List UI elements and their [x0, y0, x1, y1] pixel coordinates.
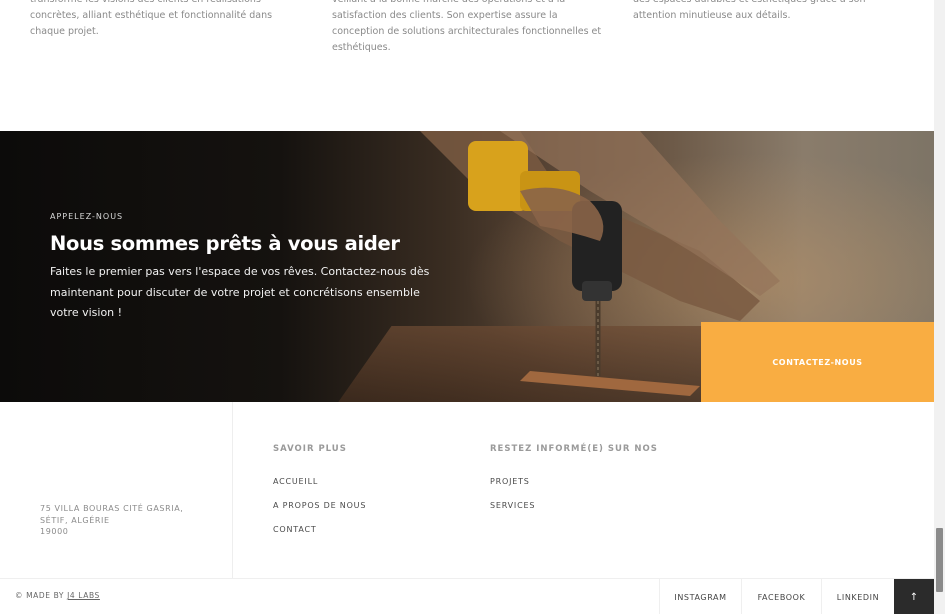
footer-heading-restez-informe: RESTEZ INFORMÉ(E) SUR NOS: [490, 444, 658, 454]
cta-title: Nous sommes prêts à vous aider: [50, 232, 400, 255]
service-description-2: veillant à la bonne marche des opération…: [332, 0, 602, 53]
footer-link-a-propos[interactable]: A PROPOS DE NOUS: [273, 501, 366, 510]
cta-description: Faites le premier pas vers l'espace de v…: [50, 265, 430, 319]
call-to-action-banner: APPELEZ-NOUS Nous sommes prêts à vous ai…: [0, 131, 934, 402]
cta-eyebrow: APPELEZ-NOUS: [50, 212, 124, 221]
made-by-credit: © MADE BY J4 LABS: [15, 591, 100, 600]
scrollbar-thumb[interactable]: [936, 528, 943, 592]
site-footer: 75 VILLA BOURAS CITÉ GASRIA, SÉTIF, ALGÉ…: [0, 402, 934, 578]
address-line-2: SÉTIF, ALGÉRIE: [40, 515, 110, 525]
footer-heading-savoir-plus: SAVOIR PLUS: [273, 444, 347, 454]
services-section-partial: transforme les visions des clients en ré…: [0, 0, 934, 131]
social-link-instagram[interactable]: INSTAGRAM: [659, 579, 741, 614]
contact-us-button[interactable]: CONTACTEZ-NOUS: [701, 322, 934, 402]
footer-link-contact[interactable]: CONTACT: [273, 525, 317, 534]
service-description-1: transforme les visions des clients en ré…: [30, 0, 273, 37]
footer-link-services[interactable]: SERVICES: [490, 501, 535, 510]
footer-divider: [232, 402, 233, 578]
social-link-linkedin[interactable]: LINKEDIN: [821, 579, 894, 614]
scrollbar-track[interactable]: [934, 0, 945, 614]
address-line-1: 75 VILLA BOURAS CITÉ GASRIA,: [40, 504, 184, 513]
back-to-top-button[interactable]: ↑: [894, 579, 934, 614]
page: transforme les visions des clients en ré…: [0, 0, 945, 614]
arrow-up-icon: ↑: [909, 591, 919, 603]
footer-bottom-bar: © MADE BY J4 LABS INSTAGRAM FACEBOOK LIN…: [0, 578, 934, 614]
footer-link-projets[interactable]: PROJETS: [490, 477, 530, 486]
footer-address: 75 VILLA BOURAS CITÉ GASRIA, SÉTIF, ALGÉ…: [40, 503, 183, 538]
address-line-3: 19000: [40, 527, 69, 536]
footer-link-accueil[interactable]: ACCUEILL: [273, 477, 318, 486]
made-by-prefix: © MADE BY: [15, 591, 65, 600]
social-link-facebook[interactable]: FACEBOOK: [741, 579, 821, 614]
made-by-link[interactable]: J4 LABS: [67, 591, 100, 600]
service-description-3: des espaces durables et esthétiques grâc…: [633, 0, 865, 21]
